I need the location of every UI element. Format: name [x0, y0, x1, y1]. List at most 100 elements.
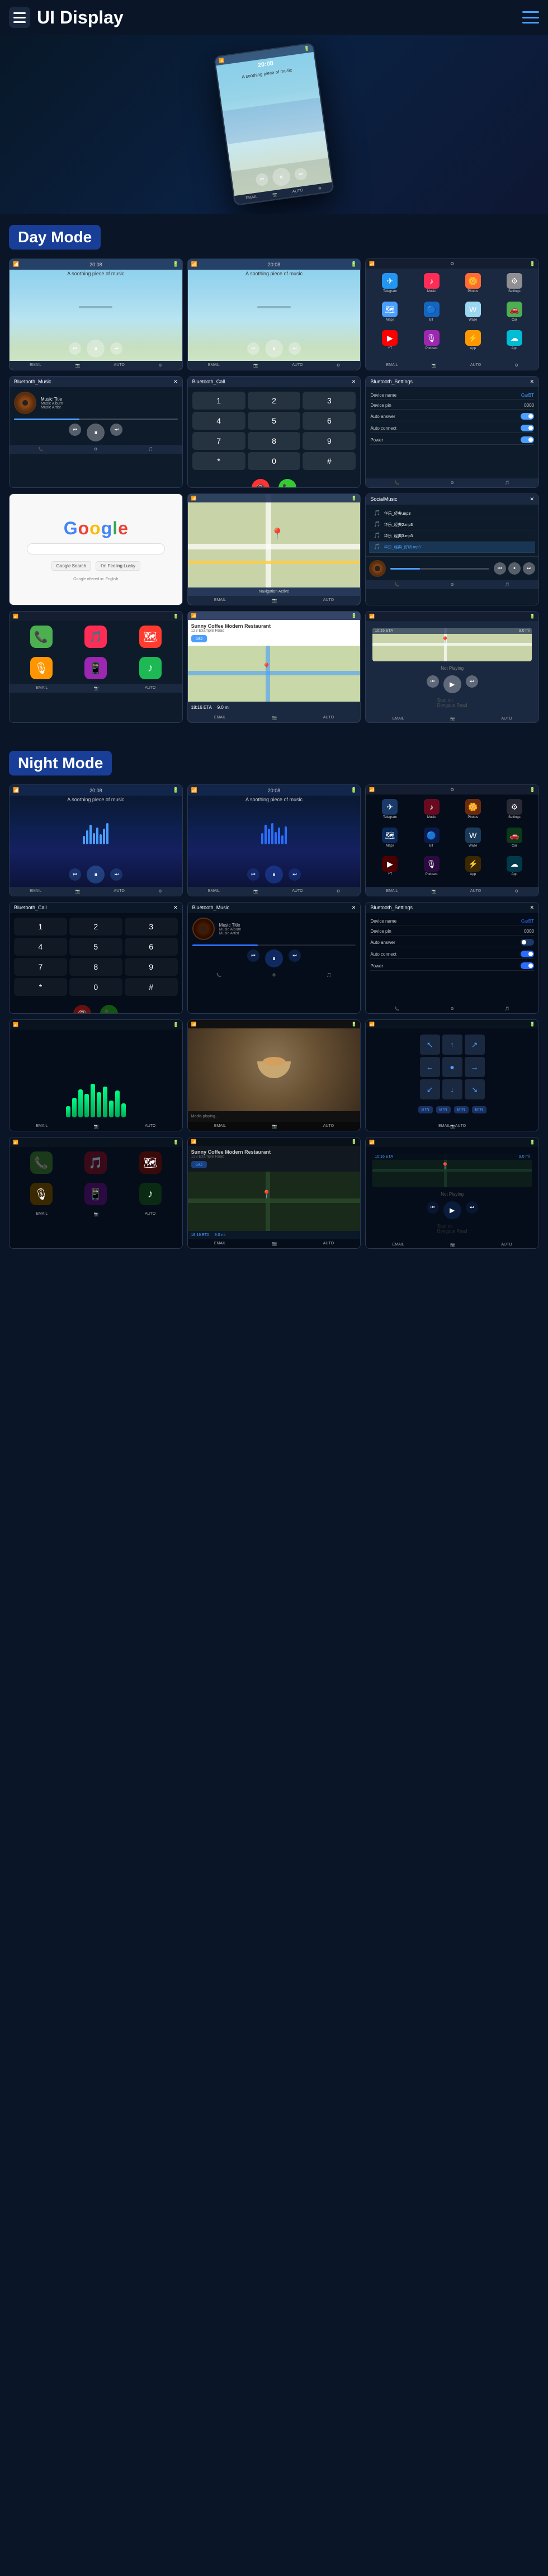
- day-next-1[interactable]: ⏭: [110, 342, 122, 355]
- night-call-btn-7[interactable]: 7: [14, 958, 67, 976]
- night-bt-play[interactable]: ⏸: [265, 949, 283, 967]
- night-power-toggle[interactable]: [521, 962, 534, 969]
- night-app-music[interactable]: ♪Music: [412, 799, 451, 825]
- app-bt[interactable]: 🔵BT: [412, 302, 451, 328]
- arrow-up[interactable]: ↑: [442, 1035, 462, 1055]
- carplay-spotify[interactable]: ♪: [139, 657, 162, 679]
- social-track-1[interactable]: 🎵 华乐_经典.mp3: [369, 508, 535, 519]
- app-maps[interactable]: 🗺Maps: [370, 302, 409, 328]
- app-car[interactable]: 🚗Car: [495, 302, 534, 328]
- night-btn-3[interactable]: BTN: [454, 1106, 469, 1113]
- call-answer-btn[interactable]: 📞: [278, 479, 296, 488]
- np-next[interactable]: ⏭: [466, 675, 478, 688]
- night-call-btn-4[interactable]: 4: [14, 938, 67, 956]
- night-nav-go[interactable]: GO: [191, 1161, 357, 1168]
- day-play-1[interactable]: ⏸: [87, 340, 105, 358]
- social-play[interactable]: ⏸: [508, 562, 521, 575]
- night-carplay-spotify[interactable]: ♪: [139, 1183, 162, 1205]
- night-app-yt[interactable]: ▶YT: [370, 856, 409, 882]
- night-auto-answer-toggle[interactable]: [521, 939, 534, 946]
- arrow-center[interactable]: ●: [442, 1057, 462, 1077]
- bt-auto-answer-toggle[interactable]: [521, 413, 534, 420]
- arrow-down-left[interactable]: ↙: [420, 1079, 440, 1099]
- night-np-next[interactable]: ⏭: [466, 1201, 478, 1214]
- app-app3[interactable]: ⚡App: [453, 330, 493, 356]
- app-waze[interactable]: WWaze: [453, 302, 493, 328]
- arrow-down[interactable]: ↓: [442, 1079, 462, 1099]
- night-call-answer[interactable]: 📞: [100, 1005, 118, 1014]
- night-bt-prev[interactable]: ⏮: [247, 949, 259, 962]
- night-btn-1[interactable]: BTN: [418, 1106, 433, 1113]
- app-music[interactable]: ♪Music: [412, 273, 451, 299]
- night-np-prev[interactable]: ⏮: [427, 1201, 439, 1214]
- carplay-phone[interactable]: 📞: [30, 626, 53, 648]
- night-app-telegram[interactable]: ✈Telegram: [370, 799, 409, 825]
- night-carplay-maps[interactable]: 🗺: [139, 1151, 162, 1174]
- night-carplay-phone[interactable]: 📞: [30, 1151, 53, 1174]
- night-carplay-music[interactable]: 🎵: [84, 1151, 107, 1174]
- day-prev-1[interactable]: ⏮: [69, 342, 81, 355]
- social-next[interactable]: ⏭: [523, 562, 535, 575]
- day-play-2[interactable]: ⏸: [265, 340, 283, 358]
- arrow-up-right[interactable]: ↗: [465, 1035, 485, 1055]
- call-btn-5[interactable]: 5: [248, 412, 301, 430]
- night-call-end[interactable]: 📵: [73, 1005, 91, 1014]
- hero-prev-btn[interactable]: ⏮: [255, 173, 269, 187]
- call-btn-9[interactable]: 9: [303, 432, 356, 450]
- social-track-3[interactable]: 🎵 华乐_经典3.mp3: [369, 530, 535, 542]
- arrow-up-left[interactable]: ↖: [420, 1035, 440, 1055]
- night-app-bt[interactable]: 🔵BT: [412, 828, 451, 854]
- night-app-car[interactable]: 🚗Car: [495, 828, 534, 854]
- arrow-right[interactable]: →: [465, 1057, 485, 1077]
- night-carplay-podcast[interactable]: 🎙: [30, 1183, 53, 1205]
- app-podcast[interactable]: 🎙Podcast: [412, 330, 451, 356]
- app-yt[interactable]: ▶YT: [370, 330, 409, 356]
- google-lucky-btn[interactable]: I'm Feeling Lucky: [96, 561, 140, 571]
- arrow-left[interactable]: ←: [420, 1057, 440, 1077]
- call-btn-2[interactable]: 2: [248, 392, 301, 410]
- night-call-btn-star[interactable]: *: [14, 978, 67, 996]
- call-btn-8[interactable]: 8: [248, 432, 301, 450]
- social-prev[interactable]: ⏮: [494, 562, 506, 575]
- night-np-play[interactable]: ▶: [443, 1201, 461, 1219]
- carplay-music[interactable]: 🎵: [84, 626, 107, 648]
- carplay-app2[interactable]: 📱: [84, 657, 107, 679]
- night-play-1[interactable]: ⏸: [87, 866, 105, 883]
- day-next-2[interactable]: ⏭: [289, 342, 301, 355]
- night-bt-next[interactable]: ⏭: [289, 949, 301, 962]
- night-app-waze[interactable]: WWaze: [453, 828, 493, 854]
- night-prev-2[interactable]: ⏮: [247, 868, 259, 881]
- night-call-btn-2[interactable]: 2: [69, 918, 122, 936]
- day-bt-next[interactable]: ⏭: [110, 424, 122, 436]
- call-btn-hash[interactable]: #: [303, 452, 356, 470]
- bt-power-toggle[interactable]: [521, 436, 534, 443]
- call-btn-1[interactable]: 1: [192, 392, 245, 410]
- night-auto-connect-toggle[interactable]: [521, 951, 534, 957]
- carplay-podcast[interactable]: 🎙: [30, 657, 53, 679]
- night-call-btn-0[interactable]: 0: [69, 978, 122, 996]
- google-search-bar[interactable]: [27, 543, 165, 554]
- night-call-btn-3[interactable]: 3: [125, 918, 178, 936]
- hero-play-btn[interactable]: ⏸: [271, 167, 291, 187]
- day-bt-prev[interactable]: ⏮: [69, 424, 81, 436]
- night-call-btn-8[interactable]: 8: [69, 958, 122, 976]
- night-app4[interactable]: ☁App: [495, 856, 534, 882]
- night-app-settings[interactable]: ⚙Settings: [495, 799, 534, 825]
- carplay-maps[interactable]: 🗺: [139, 626, 162, 648]
- call-end-btn[interactable]: 📵: [252, 479, 270, 488]
- social-track-4[interactable]: 🎵 华乐_经典_好听.mp3: [369, 542, 535, 553]
- night-call-btn-hash[interactable]: #: [125, 978, 178, 996]
- night-prev-1[interactable]: ⏮: [69, 868, 81, 881]
- day-bt-play[interactable]: ⏸: [87, 424, 105, 441]
- np-play[interactable]: ▶: [443, 675, 461, 693]
- nav-go-btn[interactable]: GO: [191, 635, 357, 642]
- call-btn-6[interactable]: 6: [303, 412, 356, 430]
- hero-next-btn[interactable]: ⏭: [294, 167, 308, 181]
- social-track-2[interactable]: 🎵 华乐_经典2.mp3: [369, 519, 535, 530]
- night-play-2[interactable]: ⏸: [265, 866, 283, 883]
- day-prev-2[interactable]: ⏮: [247, 342, 259, 355]
- app-settings[interactable]: ⚙Settings: [495, 273, 534, 299]
- google-search-btn[interactable]: Google Search: [51, 561, 91, 571]
- night-btn-2[interactable]: BTN: [436, 1106, 451, 1113]
- call-btn-3[interactable]: 3: [303, 392, 356, 410]
